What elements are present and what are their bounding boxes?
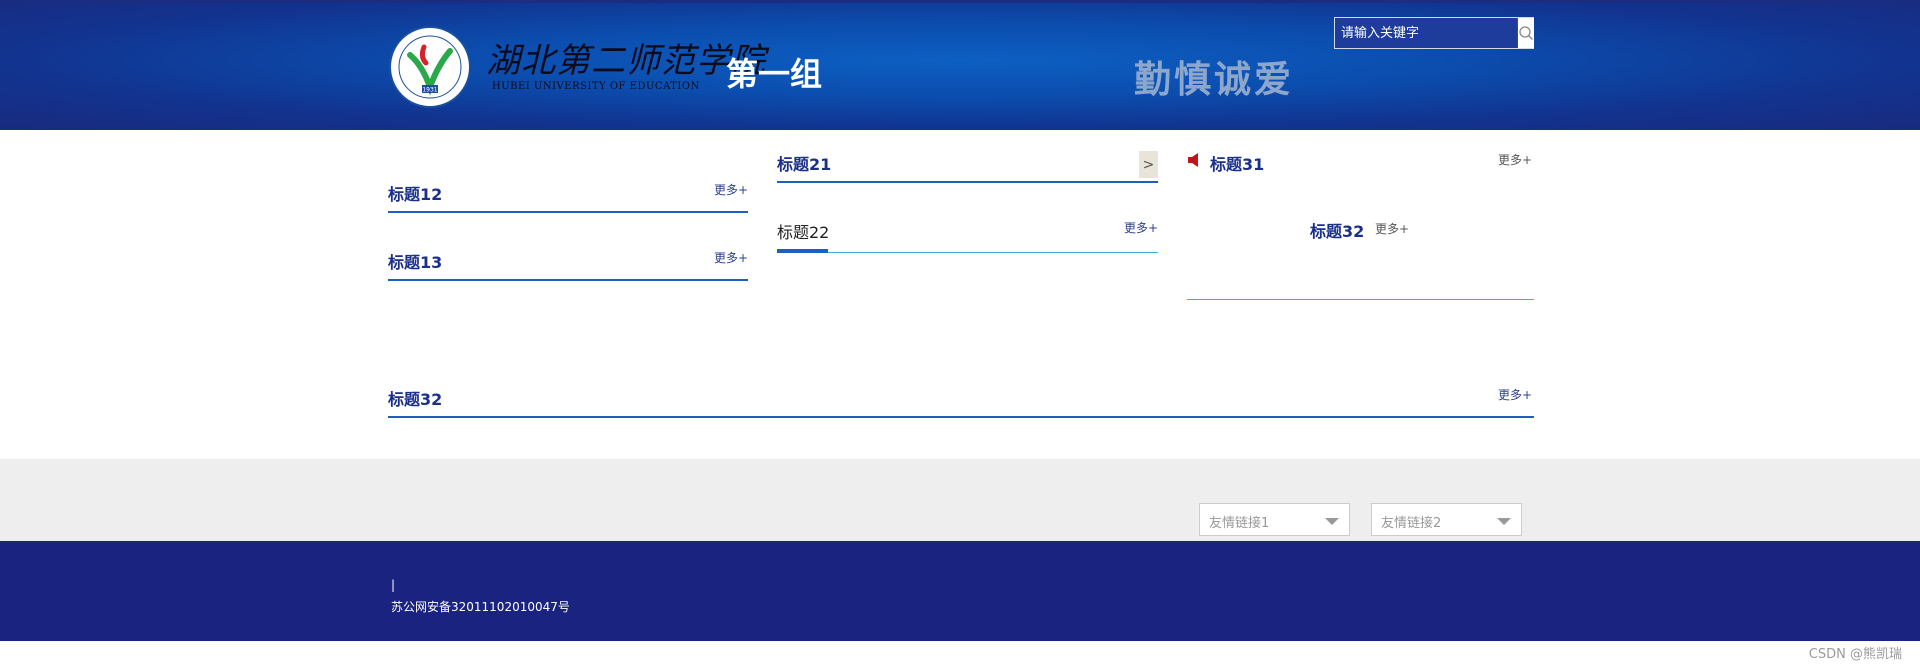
section-title-32[interactable]: 标题32 xyxy=(1310,218,1364,242)
school-name-en: HUBEI UNIVERSITY OF EDUCATION xyxy=(492,81,700,92)
site-header: 1931 湖北第二师范学院 HUBEI UNIVERSITY OF EDUCAT… xyxy=(0,0,1920,130)
active-underline xyxy=(777,249,828,253)
more-link-wide[interactable]: 更多+ xyxy=(1498,386,1532,403)
more-link-32[interactable]: 更多+ xyxy=(1375,220,1409,237)
more-link-12[interactable]: 更多+ xyxy=(714,181,748,198)
section-title-31[interactable]: 标题31 xyxy=(1210,151,1264,175)
section-divider xyxy=(388,211,748,213)
chevron-down-icon xyxy=(1325,518,1339,525)
section-title-22[interactable]: 标题22 xyxy=(777,219,829,243)
section-title-13[interactable]: 标题13 xyxy=(388,249,442,273)
search-icon xyxy=(1519,26,1533,40)
friend-link-select-1[interactable]: 友情链接1 xyxy=(1199,503,1350,536)
search-button[interactable] xyxy=(1518,18,1534,48)
section-title-21[interactable]: 标题21 xyxy=(777,151,831,175)
watermark: CSDN @熊凯瑞 xyxy=(1808,647,1902,662)
section-divider xyxy=(1187,299,1534,300)
friend-link-select-2[interactable]: 友情链接2 xyxy=(1371,503,1522,536)
more-link-13[interactable]: 更多+ xyxy=(714,249,748,266)
school-motto: 勤慎诚爱 xyxy=(1134,57,1294,101)
footer-separator: | xyxy=(391,578,396,592)
search-input[interactable] xyxy=(1335,18,1518,48)
school-name: 湖北第二师范学院 xyxy=(486,41,766,81)
chevron-down-icon xyxy=(1497,518,1511,525)
svg-text:1931: 1931 xyxy=(422,87,437,94)
school-logo[interactable]: 1931 xyxy=(388,25,472,109)
section-divider xyxy=(777,252,1158,253)
section-divider xyxy=(388,279,748,281)
site-footer xyxy=(0,541,1920,641)
section-title-wide[interactable]: 标题32 xyxy=(388,386,442,410)
more-link-31[interactable]: 更多+ xyxy=(1498,151,1532,168)
speaker-icon xyxy=(1187,152,1203,172)
footer-record[interactable]: 苏公网安备32011102010047号 xyxy=(391,598,570,615)
section-divider xyxy=(777,181,1158,183)
section-divider xyxy=(388,416,1534,418)
group-name: 第一组 xyxy=(726,55,823,93)
search-box xyxy=(1334,17,1534,49)
links-band xyxy=(0,459,1920,541)
section-title-12[interactable]: 标题12 xyxy=(388,181,442,205)
more-link-22[interactable]: 更多+ xyxy=(1124,219,1158,236)
chevron-right-icon[interactable]: > xyxy=(1139,151,1158,178)
